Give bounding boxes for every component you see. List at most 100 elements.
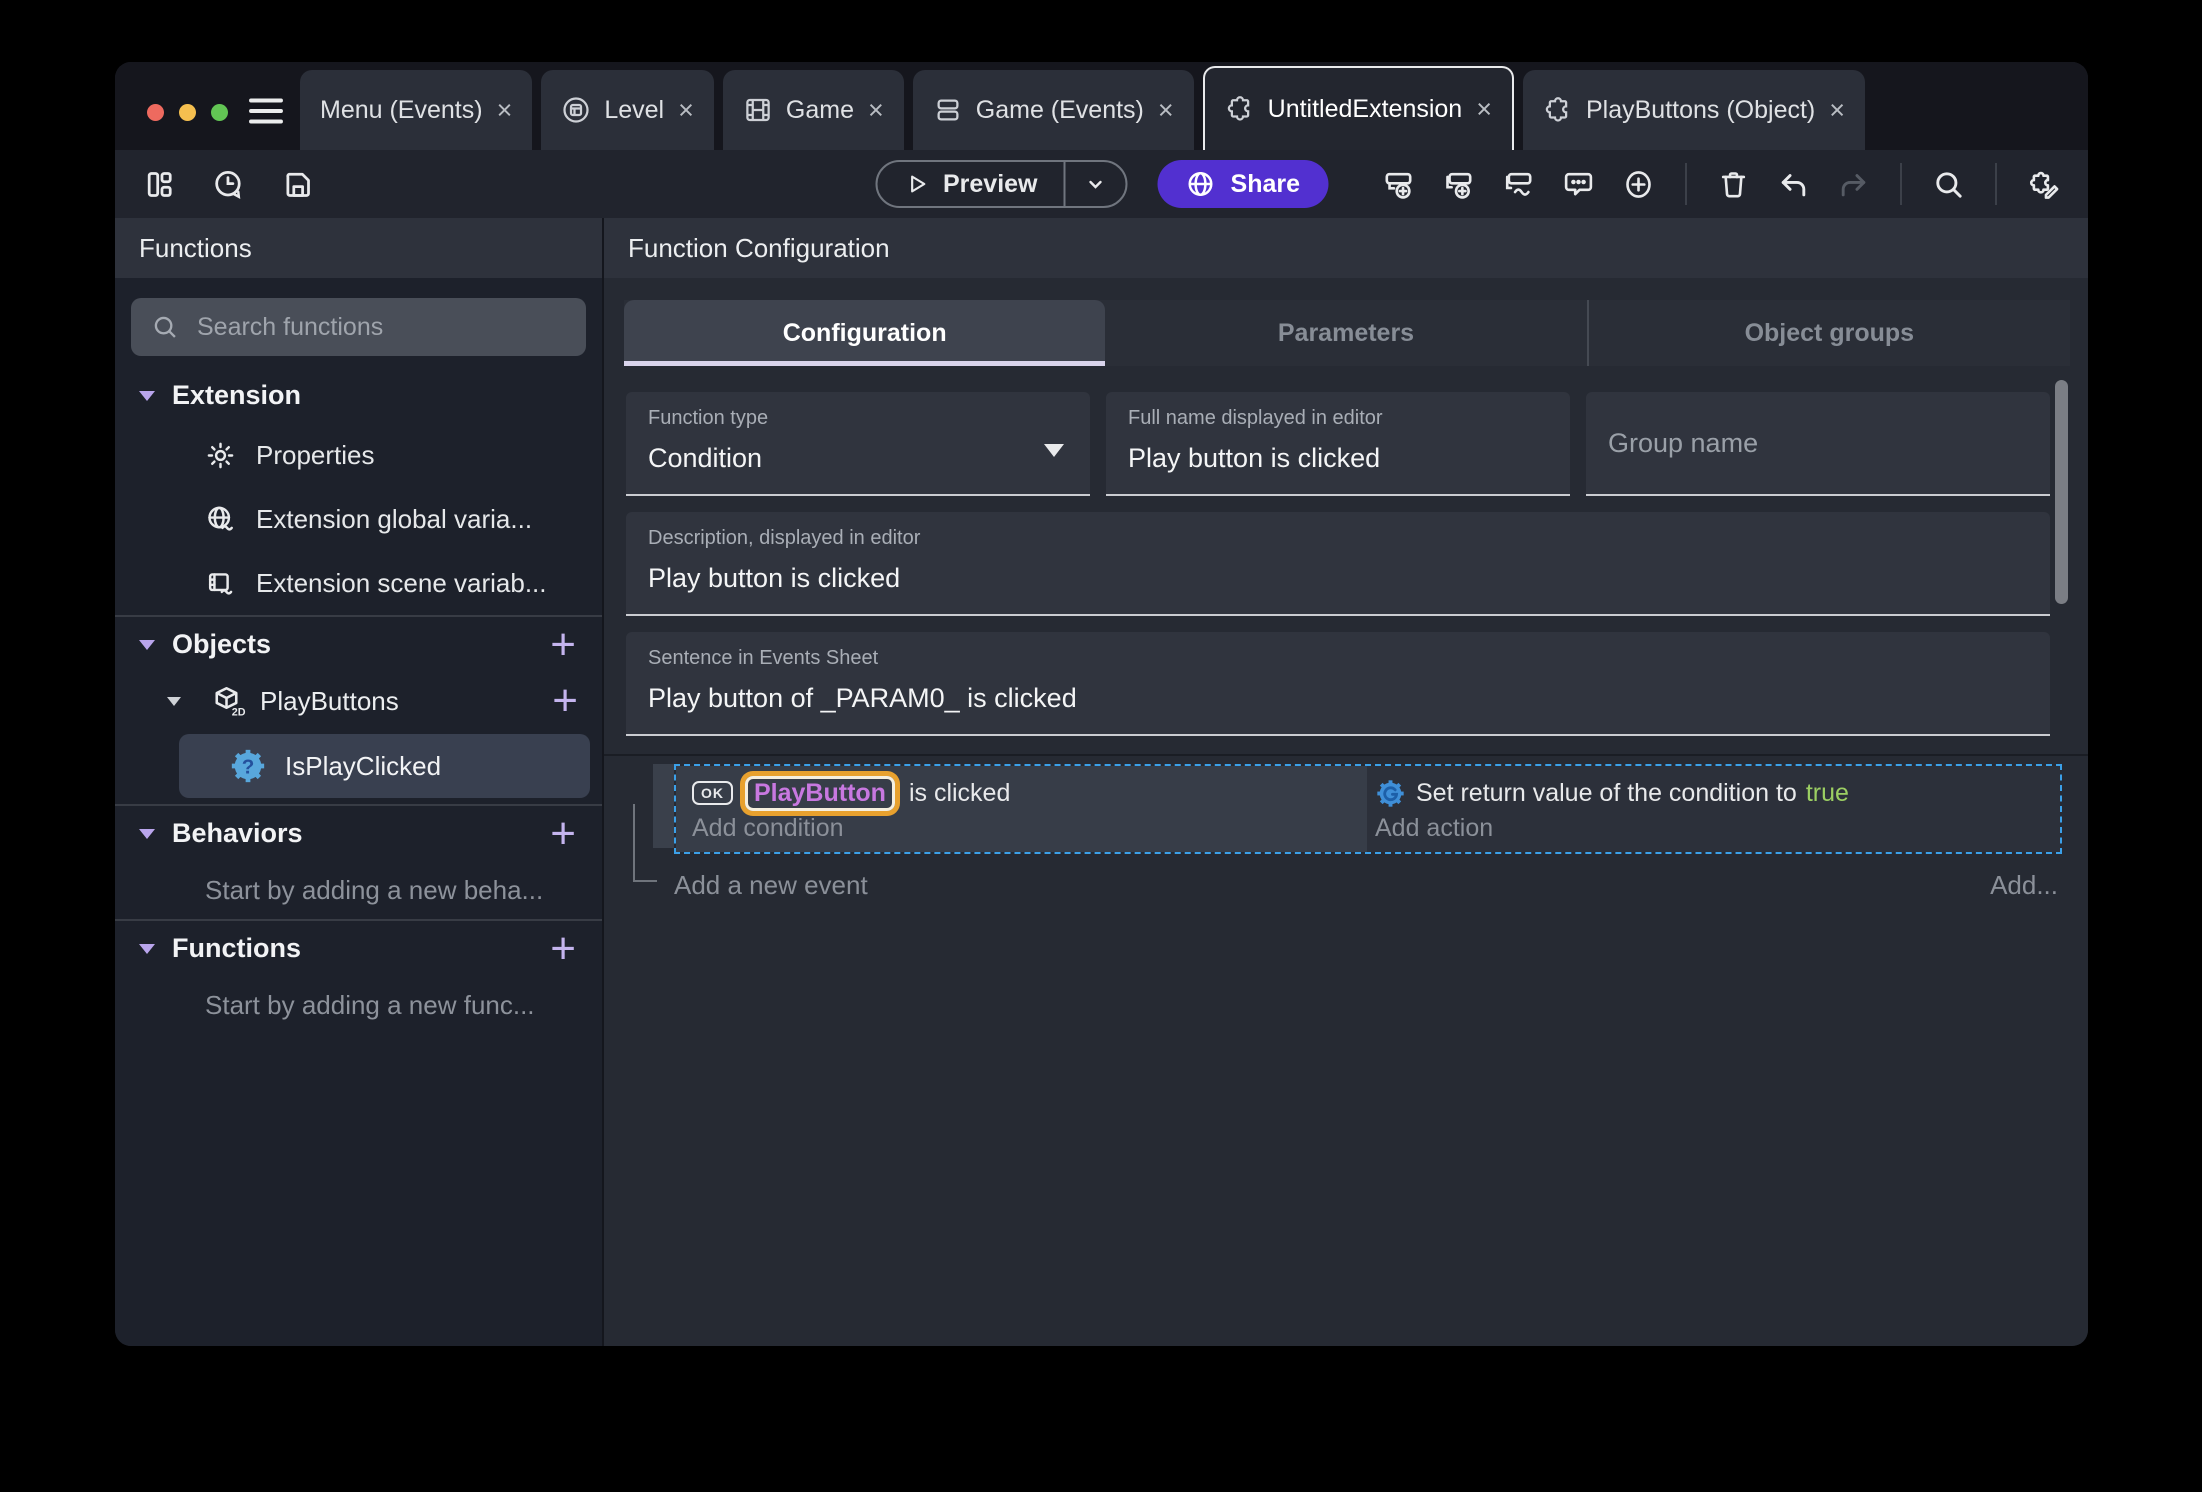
close-icon[interactable]: × <box>868 95 884 126</box>
action-value[interactable]: true <box>1806 779 1849 808</box>
tab-menu-events[interactable]: Menu (Events) × <box>300 70 533 150</box>
close-icon[interactable]: × <box>1476 94 1492 125</box>
add-more-button[interactable]: Add... <box>1990 870 2058 901</box>
add-event-icon <box>1385 172 1412 199</box>
tab-parameters[interactable]: Parameters <box>1105 300 1586 366</box>
main-menu-button[interactable] <box>248 96 284 126</box>
add-subevent-icon <box>1446 172 1472 199</box>
field-label: Description, displayed in editor <box>648 527 921 549</box>
editor-tabs: Menu (Events) × Level × Game × Game (Eve… <box>300 66 1874 150</box>
sidebar-item-extension-global-variables[interactable]: Extension global varia... <box>115 487 602 551</box>
section-behaviors[interactable]: Behaviors + <box>115 806 602 861</box>
conditions-column[interactable]: OK PlayButton is clicked Add condition <box>676 766 1367 852</box>
condition-object-name[interactable]: PlayButton <box>745 775 895 811</box>
description-field[interactable]: Description, displayed in editor Play bu… <box>626 512 2050 616</box>
search-functions-field[interactable] <box>131 298 586 356</box>
add-other-event-button[interactable] <box>1502 168 1535 201</box>
section-extension[interactable]: Extension <box>115 368 602 423</box>
events-separator <box>604 754 2088 756</box>
add-event-button[interactable] <box>1382 168 1415 201</box>
tab-game[interactable]: Game × <box>722 70 904 150</box>
toolbar-left-group <box>143 168 314 201</box>
close-icon[interactable]: × <box>1829 95 1845 126</box>
close-icon[interactable]: × <box>1158 95 1174 126</box>
preview-options-button[interactable] <box>1066 162 1126 206</box>
redo-button[interactable] <box>1837 168 1870 201</box>
actions-column[interactable]: Set return value of the condition to tru… <box>1367 766 2060 852</box>
tab-object-groups[interactable]: Object groups <box>1586 300 2070 366</box>
add-object-button[interactable]: + <box>550 622 576 666</box>
close-icon[interactable]: × <box>497 95 513 126</box>
section-label: Objects <box>172 629 272 659</box>
add-subevent-button[interactable] <box>1442 168 1475 201</box>
section-label: Behaviors <box>172 818 303 848</box>
section-functions[interactable]: Functions + <box>115 921 602 976</box>
gdevelop-window: Menu (Events) × Level × Game × Game (Eve… <box>115 62 2088 1346</box>
globe-icon <box>1188 171 1213 197</box>
tab-game-events[interactable]: Game (Events) × <box>912 70 1194 150</box>
add-new-event-button[interactable]: Add a new event <box>674 870 868 901</box>
delete-button[interactable] <box>1717 168 1750 201</box>
share-button[interactable]: Share <box>1157 160 1328 208</box>
field-label: Full name displayed in editor <box>1128 407 1383 429</box>
comment-icon <box>1564 172 1593 195</box>
sentence-field[interactable]: Sentence in Events Sheet Play button of … <box>626 632 2050 736</box>
preview-label: Preview <box>943 169 1038 198</box>
maximize-window-button[interactable] <box>211 104 228 121</box>
sidebar-item-extension-scene-variables[interactable]: Extension scene variab... <box>115 551 602 615</box>
search-input[interactable] <box>197 312 566 342</box>
field-placeholder: Group name <box>1608 428 1759 458</box>
action-line[interactable]: Set return value of the condition to tru… <box>1375 773 2060 813</box>
tab-label: Game <box>785 95 854 124</box>
preview-button[interactable]: Preview <box>877 162 1064 206</box>
event-row-selected[interactable]: OK PlayButton is clicked Add condition S… <box>674 764 2062 854</box>
svg-text:2D: 2D <box>232 706 246 718</box>
chevron-down-icon <box>139 639 155 650</box>
toolbar: Preview Share <box>115 150 2088 218</box>
tree-item-isplayclicked-selected[interactable]: ? IsPlayClicked <box>179 734 590 798</box>
tab-playbuttons-object[interactable]: PlayButtons (Object) × <box>1523 70 1866 150</box>
tab-level[interactable]: Level × <box>541 70 714 150</box>
tab-untitled-extension[interactable]: UntitledExtension × <box>1202 66 1514 150</box>
add-function-button[interactable]: + <box>550 926 576 970</box>
svg-text:?: ? <box>242 755 255 778</box>
add-action-button[interactable]: Add action <box>1375 814 2060 843</box>
sidebar-item-properties[interactable]: Properties <box>115 423 602 487</box>
redo-icon <box>1841 173 1866 196</box>
toolbar-right-group <box>1382 163 2060 205</box>
edit-extension-icon <box>2030 171 2059 199</box>
add-function-to-object-button[interactable]: + <box>552 679 578 723</box>
function-configuration-panel: Function Configuration Configuration Par… <box>604 218 2088 1346</box>
tree-item-playbuttons[interactable]: 2D PlayButtons + <box>115 672 602 730</box>
tab-configuration[interactable]: Configuration <box>624 300 1106 366</box>
function-type-select[interactable]: Function type Condition <box>626 392 1090 496</box>
chevron-down-icon[interactable] <box>167 696 181 706</box>
event-drag-gutter[interactable] <box>653 764 674 848</box>
field-value: Play button is clicked <box>1128 443 1381 473</box>
scrollbar-thumb[interactable] <box>2055 380 2068 604</box>
minimize-window-button[interactable] <box>179 104 196 121</box>
add-behavior-button[interactable]: + <box>550 811 576 855</box>
home-layout-button[interactable] <box>143 168 176 201</box>
save-button[interactable] <box>281 168 314 201</box>
close-icon[interactable]: × <box>678 95 694 126</box>
edit-extension-button[interactable] <box>2027 168 2060 201</box>
close-window-button[interactable] <box>147 104 164 121</box>
add-condition-button[interactable]: Add condition <box>692 814 1367 843</box>
search-button[interactable] <box>1932 168 1965 201</box>
events-sheet: OK PlayButton is clicked Add condition S… <box>604 762 2088 1346</box>
condition-line[interactable]: OK PlayButton is clicked <box>692 773 1367 813</box>
add-comment-button[interactable] <box>1562 168 1595 201</box>
add-element-button[interactable] <box>1622 168 1655 201</box>
film-icon <box>746 98 770 122</box>
full-name-field[interactable]: Full name displayed in editor Play butto… <box>1106 392 1570 496</box>
undo-button[interactable] <box>1777 168 1810 201</box>
item-label: Extension global varia... <box>256 503 533 534</box>
tab-label: Menu (Events) <box>320 95 483 124</box>
group-name-field[interactable]: Group name <box>1586 392 2050 496</box>
history-button[interactable] <box>212 168 245 201</box>
field-value: Play button is clicked <box>648 563 901 593</box>
search-icon <box>154 316 176 338</box>
section-objects[interactable]: Objects + <box>115 617 602 672</box>
save-icon <box>286 172 310 197</box>
